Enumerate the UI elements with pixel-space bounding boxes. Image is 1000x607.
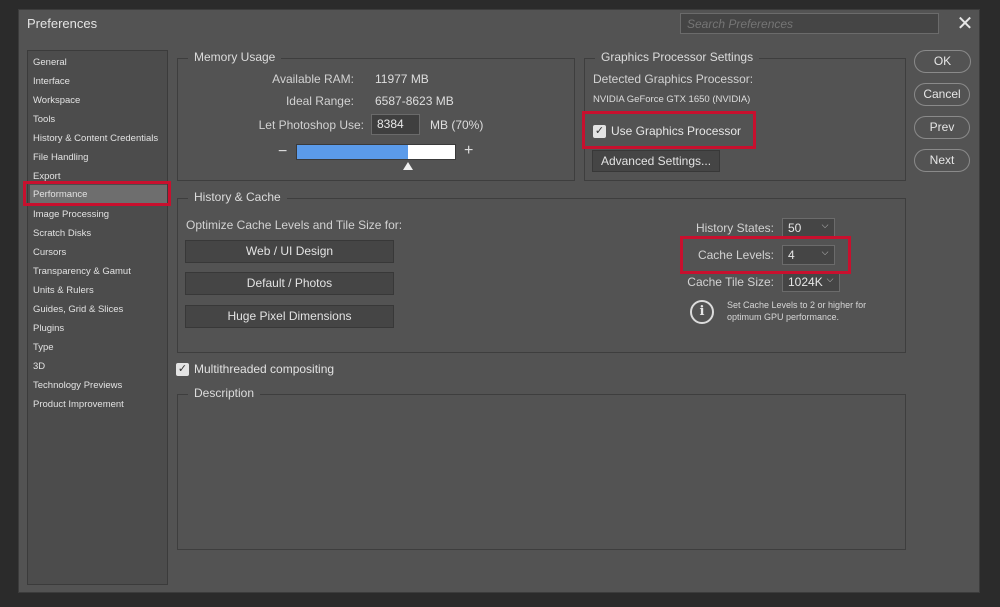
sidebar-item-file-handling[interactable]: File Handling bbox=[33, 149, 163, 166]
gpu-settings-title: Graphics Processor Settings bbox=[595, 50, 760, 64]
history-cache-group: History & Cache Optimize Cache Levels an… bbox=[177, 190, 906, 353]
optimize-label: Optimize Cache Levels and Tile Size for: bbox=[186, 218, 403, 232]
memory-slider-track[interactable] bbox=[296, 144, 456, 160]
photoshop-use-unit: MB (70%) bbox=[430, 118, 484, 132]
dialog-title: Preferences bbox=[27, 16, 98, 31]
detected-gpu-label: Detected Graphics Processor: bbox=[593, 72, 754, 86]
info-icon: i bbox=[690, 300, 714, 324]
chevron-down-icon: ⌵ bbox=[821, 220, 829, 230]
minus-icon[interactable]: − bbox=[278, 143, 287, 161]
sidebar-item-plugins[interactable]: Plugins bbox=[33, 320, 163, 337]
sidebar: General Interface Workspace Tools Histor… bbox=[27, 50, 168, 585]
detected-gpu-value: NVIDIA GeForce GTX 1650 (NVIDIA) bbox=[593, 94, 751, 105]
multithreaded-checkbox[interactable]: ✓ bbox=[176, 363, 189, 376]
ideal-range-label: Ideal Range: bbox=[285, 94, 354, 108]
use-gpu-highlight bbox=[582, 111, 756, 149]
cache-levels-highlight bbox=[680, 236, 851, 274]
photoshop-use-label: Let Photoshop Use: bbox=[258, 118, 364, 132]
performance-highlight bbox=[23, 181, 171, 206]
memory-usage-group: Memory Usage Available RAM: 11977 MB Ide… bbox=[177, 50, 575, 181]
memory-slider-fill bbox=[297, 145, 408, 159]
ok-button[interactable]: OK bbox=[914, 50, 971, 73]
multithreaded-label[interactable]: Multithreaded compositing bbox=[194, 362, 334, 376]
sidebar-item-product-improvement[interactable]: Product Improvement bbox=[33, 396, 163, 413]
sidebar-item-tools[interactable]: Tools bbox=[33, 111, 163, 128]
info-text-line2: optimum GPU performance. bbox=[727, 312, 840, 322]
sidebar-item-cursors[interactable]: Cursors bbox=[33, 244, 163, 261]
advanced-settings-button[interactable]: Advanced Settings... bbox=[592, 150, 720, 172]
description-title: Description bbox=[188, 386, 261, 400]
cache-tile-size-label: Cache Tile Size: bbox=[687, 275, 774, 289]
description-group: Description bbox=[177, 386, 906, 550]
default-photos-button[interactable]: Default / Photos bbox=[185, 272, 394, 295]
close-icon[interactable]: ✕ bbox=[955, 13, 975, 35]
search-input[interactable] bbox=[680, 13, 939, 34]
sidebar-item-guides-grid-slices[interactable]: Guides, Grid & Slices bbox=[33, 301, 163, 318]
huge-pixel-dimensions-button[interactable]: Huge Pixel Dimensions bbox=[185, 305, 394, 328]
sidebar-item-interface[interactable]: Interface bbox=[33, 73, 163, 90]
title-bar: Preferences ✕ bbox=[19, 10, 979, 40]
photoshop-use-input[interactable]: 8384 bbox=[371, 114, 420, 135]
web-ui-design-button[interactable]: Web / UI Design bbox=[185, 240, 394, 263]
history-states-label: History States: bbox=[695, 221, 774, 235]
memory-usage-title: Memory Usage bbox=[188, 50, 282, 64]
cancel-button[interactable]: Cancel bbox=[914, 83, 970, 106]
ideal-range-value: 6587-8623 MB bbox=[375, 94, 454, 108]
available-ram-label: Available RAM: bbox=[272, 72, 354, 86]
sidebar-item-type[interactable]: Type bbox=[33, 339, 163, 356]
next-button[interactable]: Next bbox=[914, 149, 970, 172]
sidebar-item-3d[interactable]: 3D bbox=[33, 358, 163, 375]
memory-slider-thumb[interactable] bbox=[402, 162, 413, 170]
sidebar-item-units-rulers[interactable]: Units & Rulers bbox=[33, 282, 163, 299]
preferences-dialog: Preferences ✕ General Interface Workspac… bbox=[18, 9, 980, 593]
sidebar-item-scratch-disks[interactable]: Scratch Disks bbox=[33, 225, 163, 242]
chevron-down-icon: ⌵ bbox=[826, 274, 834, 284]
sidebar-item-transparency-gamut[interactable]: Transparency & Gamut bbox=[33, 263, 163, 280]
history-states-select[interactable]: 50 ⌵ bbox=[782, 218, 835, 238]
sidebar-item-technology-previews[interactable]: Technology Previews bbox=[33, 377, 163, 394]
sidebar-item-history-content-credentials[interactable]: History & Content Credentials bbox=[33, 130, 163, 147]
prev-button[interactable]: Prev bbox=[914, 116, 970, 139]
cache-tile-size-select[interactable]: 1024K ⌵ bbox=[782, 272, 840, 292]
plus-icon[interactable]: + bbox=[464, 142, 473, 160]
sidebar-item-image-processing[interactable]: Image Processing bbox=[33, 206, 163, 223]
history-cache-title: History & Cache bbox=[188, 190, 287, 204]
available-ram-value: 11977 MB bbox=[375, 72, 429, 86]
sidebar-item-general[interactable]: General bbox=[33, 54, 163, 71]
info-text-line1: Set Cache Levels to 2 or higher for bbox=[727, 300, 867, 310]
sidebar-item-workspace[interactable]: Workspace bbox=[33, 92, 163, 109]
